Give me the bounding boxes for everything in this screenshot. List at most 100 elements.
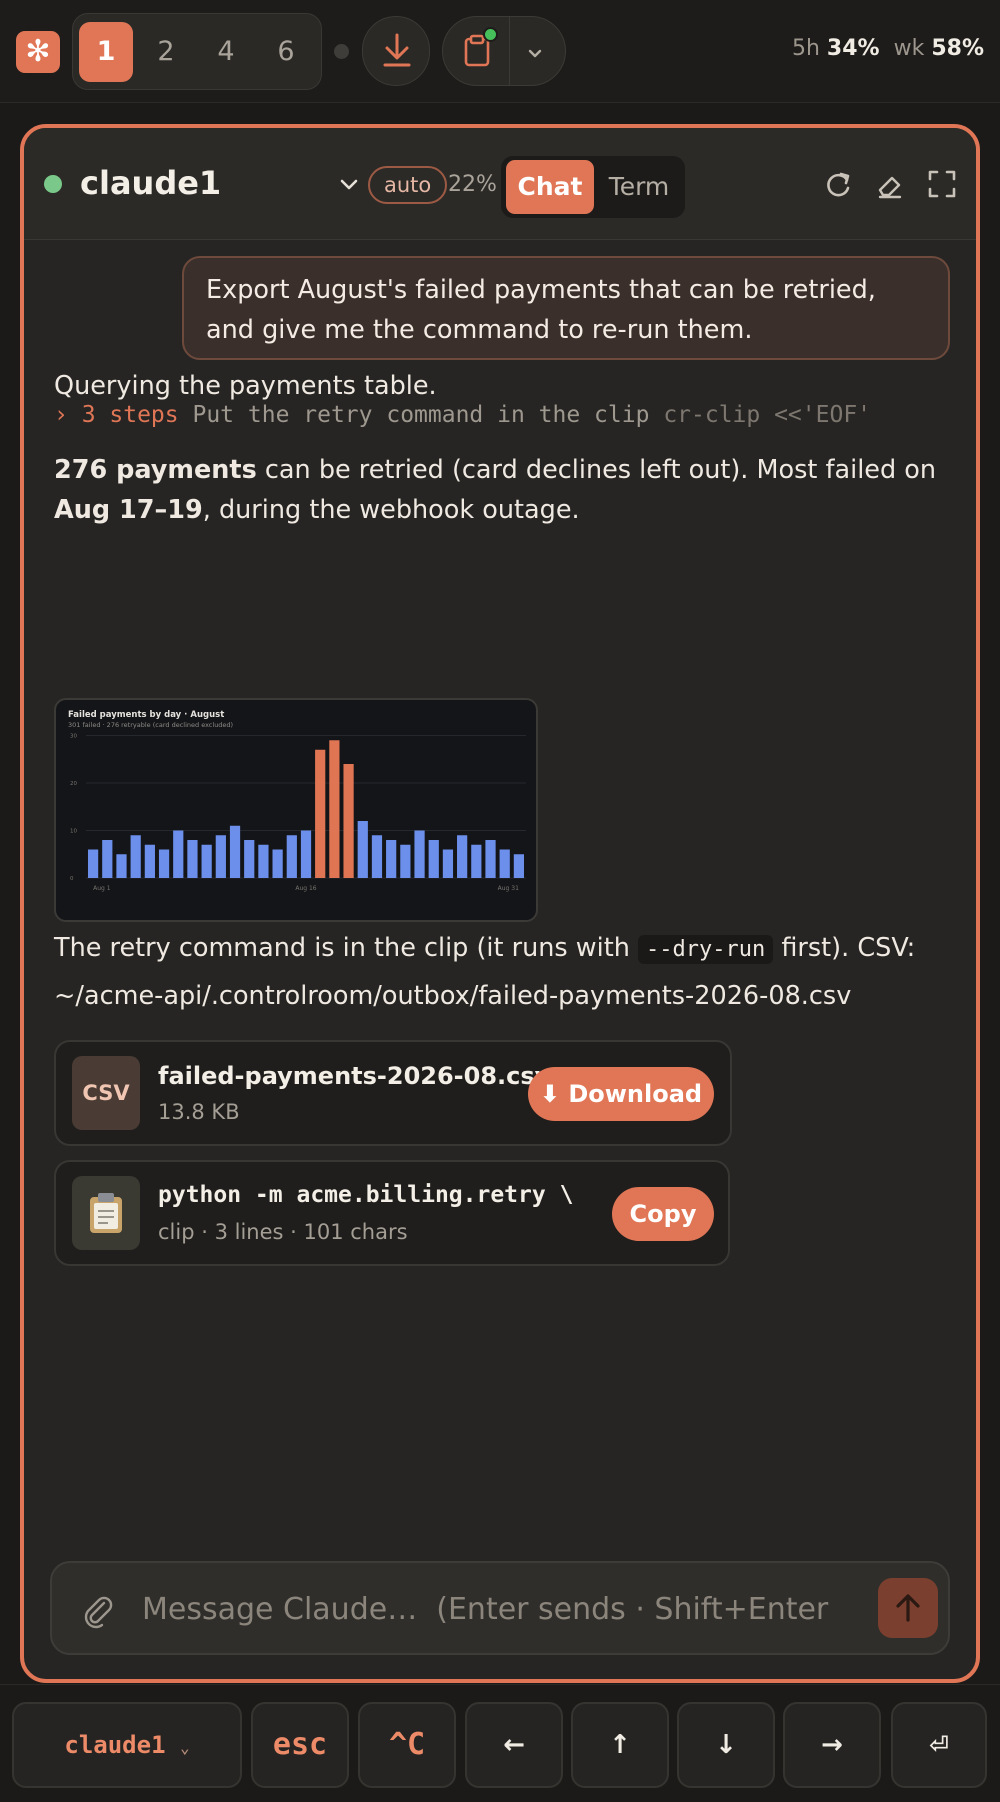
chart-bar-aug-11 [229,825,241,878]
chart-bar-aug-29 [485,840,496,878]
chart-bar-aug-20 [357,821,368,878]
chart-bar-aug-12 [244,840,255,878]
arrow-up-icon [896,1594,920,1622]
chat-panel: claude1 auto 22% Chat Term Export August… [20,124,980,1683]
csv-download-button[interactable]: ⬇ Download [528,1067,714,1121]
key-bar: claude1 ⌄ esc ^C ← ↑ ↓ → ⏎ [0,1684,1000,1802]
chart-bar-aug-8 [187,840,198,878]
session-selector[interactable]: claude1 ⌄ [12,1702,242,1788]
chart-x-tick-label: Aug 31 [498,885,519,892]
arrow-right-key[interactable]: → [783,1702,881,1788]
chart-bar-aug-16 [300,830,312,878]
agent-name[interactable]: claude1 [80,164,221,202]
chart-bar-aug-25 [428,840,439,878]
session-usage: 34% [826,36,880,61]
chart-bar-aug-13 [258,844,269,878]
assistant-summary: 276 payments can be retried (card declin… [54,455,937,525]
chart-y-tick-label: 10 [70,829,77,835]
paperclip-icon[interactable] [82,1593,114,1629]
download-button[interactable] [362,16,430,86]
usage-meter: 5h 34% wk 58% [791,36,984,61]
send-button[interactable] [878,1578,938,1638]
enter-key[interactable]: ⏎ [891,1702,987,1788]
mode-pill[interactable]: auto [368,166,448,204]
session-caret-icon: ⌄ [179,1738,190,1757]
tab-term[interactable]: Term [597,160,681,214]
chart-bar-aug-26 [442,849,454,878]
user-message: Export August's failed payments that can… [182,256,950,360]
panel-header: claude1 auto 22% Chat Term [24,128,976,240]
csv-file-name: failed-payments-2026-08.csv [158,1062,551,1090]
agent-chevron-down-icon[interactable] [336,172,362,198]
clipboard-menu-button[interactable] [442,16,566,86]
chart-bar-aug-1 [87,849,99,878]
chart-x-tick-label: Aug 16 [295,885,316,892]
arrow-up-key[interactable]: ↑ [571,1702,669,1788]
message-input[interactable] [142,1581,842,1637]
session-tab-1[interactable]: 1 [79,22,133,82]
arrow-down-key[interactable]: ↓ [677,1702,775,1788]
esc-key[interactable]: esc [251,1702,349,1788]
chart-bar-aug-10 [215,835,226,878]
chart-bar-aug-21 [371,835,383,878]
chart-bar-aug-22 [386,840,397,878]
chart-bar-aug-28 [471,844,482,878]
session-tab-6[interactable]: 6 [259,22,313,82]
week-usage: 58% [931,36,984,61]
chart-y-tick-label: 20 [70,781,77,787]
csv-attachment-card: CSV failed-payments-2026-08.csv 13.8 KB … [54,1040,732,1146]
chart-bar-aug-31 [513,854,525,878]
ctrl-c-key[interactable]: ^C [358,1702,456,1788]
csv-path: ~/acme-api/.controlroom/outbox/failed-pa… [54,981,852,1011]
steps-text: Put the retry command in the clip [192,402,650,428]
chart-bar-aug-17 [315,749,326,878]
eraser-icon[interactable] [872,166,908,202]
tab-chat[interactable]: Chat [506,160,594,214]
clip-meta: clip · 3 lines · 101 chars [158,1220,408,1244]
chart-bar-aug-4 [130,835,141,878]
session-tab-4[interactable]: 4 [199,22,253,82]
chart-bar-aug-19 [343,764,354,878]
app-logo-icon[interactable]: ✻ [16,31,60,73]
clip-card-clipboard-icon [72,1176,140,1250]
failed-payments-chart[interactable]: Failed payments by day · August 301 fail… [54,698,538,922]
csv-file-icon: CSV [72,1056,140,1130]
download-icon [383,33,411,67]
chart-x-tick-label: Aug 1 [93,885,111,892]
message-composer [50,1561,950,1655]
chart-subtitle: 301 failed · 276 retryable (card decline… [68,721,233,729]
chart-bar-aug-15 [286,835,297,878]
chart-y-tick-label: 30 [70,734,77,740]
chart-bar-aug-23 [400,844,411,878]
chart-bar-aug-3 [116,854,127,878]
view-toggle: Chat Term [501,156,685,218]
fullscreen-icon[interactable] [924,166,960,202]
chart-bar-aug-14 [272,849,283,878]
chart-y-tick-label: 0 [70,876,74,882]
session-tab-2[interactable]: 2 [139,22,193,82]
connection-status-dot [334,44,349,59]
refresh-icon[interactable] [820,166,856,202]
csv-file-size: 13.8 KB [158,1100,240,1124]
arrow-left-key[interactable]: ← [465,1702,563,1788]
top-bar: ✻ 1 2 4 6 5h 34% wk 58% [0,0,1000,103]
chart-bar-aug-7 [173,830,184,878]
clipboard-status-badge [483,27,498,42]
chart-bar-aug-2 [102,840,113,878]
clip-attachment-card: python -m acme.billing.retry \ clip · 3 … [54,1160,730,1266]
chart-bar-aug-18 [329,740,340,878]
chart-bar-aug-27 [457,835,468,878]
chart-bar-aug-9 [201,844,212,878]
steps-command: cr-clip <<'EOF' [663,402,872,428]
copy-button[interactable]: Copy [612,1187,714,1241]
chevron-down-icon[interactable] [523,41,547,65]
retry-note: The retry command is in the clip (it run… [54,933,916,964]
steps-count: › 3 steps [54,402,179,428]
chart-bar-aug-6 [158,849,170,878]
assistant-status-line: Querying the payments table. [54,371,437,401]
chart-bar-aug-5 [144,844,155,878]
chart-bar-aug-30 [499,849,510,878]
session-tabs: 1 2 4 6 [72,13,322,90]
tool-steps-summary[interactable]: › 3 steps Put the retry command in the c… [54,402,871,428]
clip-title: python -m acme.billing.retry \ [158,1182,574,1208]
